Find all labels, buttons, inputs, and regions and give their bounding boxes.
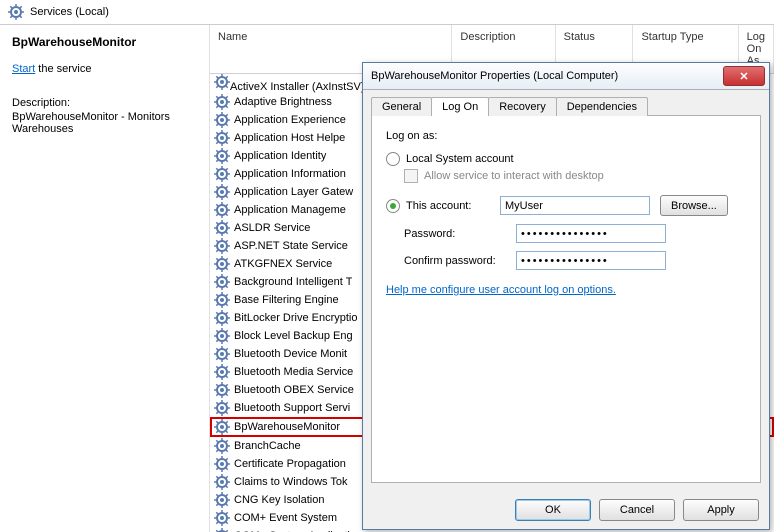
gear-icon — [214, 112, 230, 128]
gear-icon — [214, 130, 230, 146]
confirm-password-label: Confirm password: — [386, 255, 516, 267]
tab-panel-logon: Log on as: Local System account Allow se… — [371, 115, 761, 483]
start-service-link[interactable]: Start — [12, 63, 35, 75]
gear-icon — [214, 382, 230, 398]
service-name: Application Identity — [234, 150, 326, 162]
radio-local-system-label: Local System account — [406, 153, 514, 165]
ok-button[interactable]: OK — [515, 499, 591, 521]
cancel-button[interactable]: Cancel — [599, 499, 675, 521]
gear-icon — [214, 328, 230, 344]
password-input[interactable] — [516, 224, 666, 243]
radio-local-system[interactable] — [386, 152, 400, 166]
tab-general[interactable]: General — [371, 97, 432, 116]
gear-icon — [214, 456, 230, 472]
gear-icon — [214, 364, 230, 380]
gear-icon — [214, 400, 230, 416]
service-name: Background Intelligent T — [234, 276, 352, 288]
description-text: BpWarehouseMonitor - Monitors Warehouses — [12, 111, 197, 135]
service-name: BpWarehouseMonitor — [234, 421, 340, 433]
gear-icon — [8, 4, 24, 20]
gear-icon — [214, 419, 230, 435]
service-name: ASLDR Service — [234, 222, 310, 234]
service-name: CNG Key Isolation — [234, 494, 324, 506]
tab-recovery[interactable]: Recovery — [488, 97, 556, 116]
gear-icon — [214, 492, 230, 508]
service-name: Bluetooth Media Service — [234, 366, 353, 378]
browse-button[interactable]: Browse... — [660, 195, 728, 216]
tab-logon[interactable]: Log On — [431, 97, 489, 116]
service-name: BranchCache — [234, 440, 301, 452]
password-label: Password: — [386, 228, 516, 240]
titlebar-label: Services (Local) — [30, 6, 109, 18]
services-titlebar: Services (Local) — [0, 0, 774, 25]
gear-icon — [214, 310, 230, 326]
gear-icon — [214, 510, 230, 526]
gear-icon — [214, 148, 230, 164]
gear-icon — [214, 528, 230, 532]
service-name: COM+ Event System — [234, 512, 337, 524]
gear-icon — [214, 74, 230, 90]
close-icon: ✕ — [739, 70, 748, 83]
service-name: ATKGFNEX Service — [234, 258, 332, 270]
service-name: Application Manageme — [234, 204, 346, 216]
checkbox-allow-interact — [404, 169, 418, 183]
gear-icon — [214, 166, 230, 182]
account-input[interactable] — [500, 196, 650, 215]
gear-icon — [214, 474, 230, 490]
gear-icon — [214, 346, 230, 362]
service-name: Adaptive Brightness — [234, 96, 332, 108]
properties-dialog: BpWarehouseMonitor Properties (Local Com… — [362, 62, 770, 530]
gear-icon — [214, 220, 230, 236]
service-name: Bluetooth Support Servi — [234, 402, 350, 414]
service-name: Claims to Windows Tok — [234, 476, 348, 488]
start-service-line: Start the service — [12, 63, 197, 75]
gear-icon — [214, 438, 230, 454]
gear-icon — [214, 184, 230, 200]
apply-button[interactable]: Apply — [683, 499, 759, 521]
gear-icon — [214, 238, 230, 254]
gear-icon — [214, 274, 230, 290]
radio-this-account[interactable] — [386, 199, 400, 213]
service-name: Application Experience — [234, 114, 346, 126]
selected-service-name: BpWarehouseMonitor — [12, 35, 197, 49]
gear-icon — [214, 292, 230, 308]
gear-icon — [214, 202, 230, 218]
service-name: Application Layer Gatew — [234, 186, 353, 198]
confirm-password-input[interactable] — [516, 251, 666, 270]
service-name: BitLocker Drive Encryptio — [234, 312, 358, 324]
service-name: Application Host Helpe — [234, 132, 345, 144]
service-name: ASP.NET State Service — [234, 240, 348, 252]
tab-strip: General Log On Recovery Dependencies — [363, 90, 769, 115]
service-name: Base Filtering Engine — [234, 294, 339, 306]
dialog-title: BpWarehouseMonitor Properties (Local Com… — [371, 70, 723, 82]
close-button[interactable]: ✕ — [723, 66, 765, 86]
service-name: Application Information — [234, 168, 346, 180]
logon-as-label: Log on as: — [386, 130, 746, 142]
gear-icon — [214, 256, 230, 272]
gear-icon — [214, 94, 230, 110]
radio-this-account-label: This account: — [400, 200, 500, 212]
detail-pane: BpWarehouseMonitor Start the service Des… — [0, 25, 210, 532]
dialog-titlebar[interactable]: BpWarehouseMonitor Properties (Local Com… — [363, 63, 769, 90]
start-service-suffix: the service — [35, 63, 91, 75]
tab-dependencies[interactable]: Dependencies — [556, 97, 648, 116]
description-label: Description: — [12, 97, 197, 109]
service-name: ActiveX Installer (AxInstSV) — [230, 81, 365, 93]
service-name: Certificate Propagation — [234, 458, 346, 470]
service-name: Bluetooth OBEX Service — [234, 384, 354, 396]
help-link[interactable]: Help me configure user account log on op… — [386, 284, 616, 296]
checkbox-allow-interact-label: Allow service to interact with desktop — [424, 170, 604, 182]
service-name: Block Level Backup Eng — [234, 330, 353, 342]
service-name: Bluetooth Device Monit — [234, 348, 347, 360]
